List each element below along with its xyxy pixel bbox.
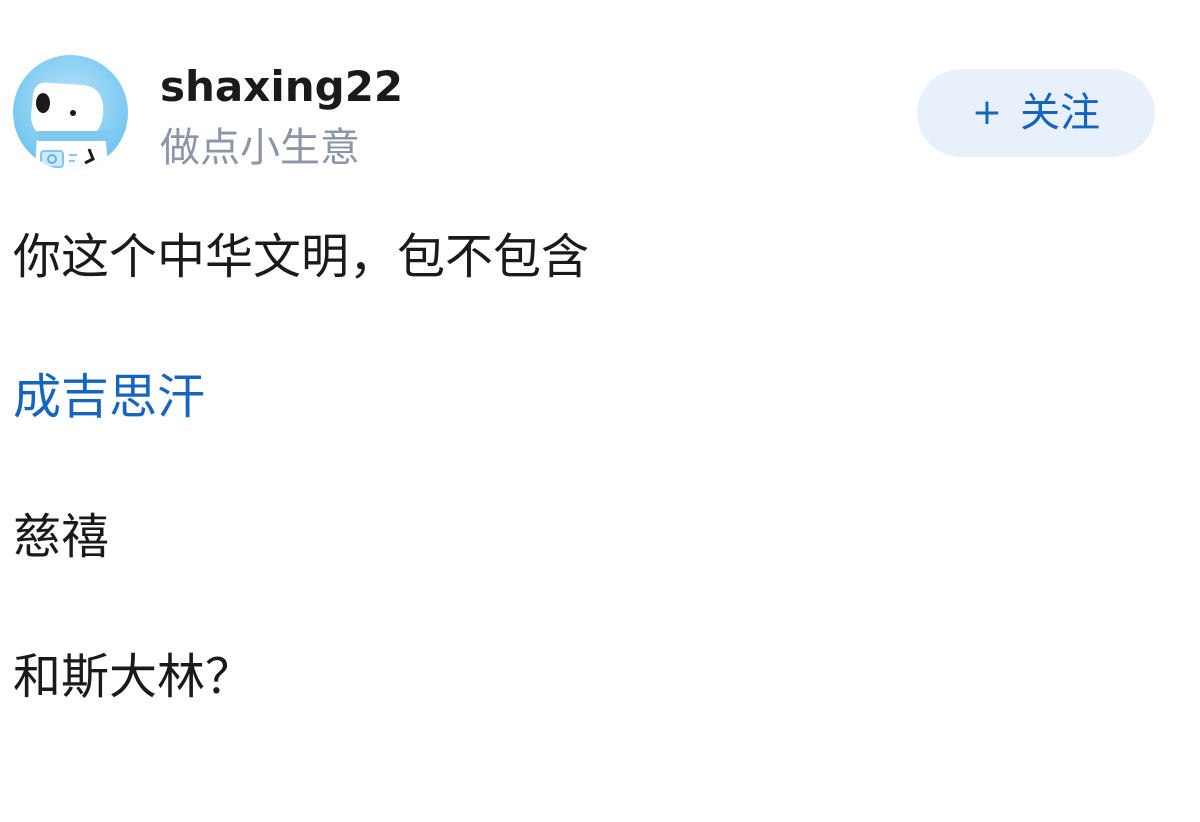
topic-link[interactable]: 成吉思汗: [13, 367, 205, 427]
avatar[interactable]: [13, 55, 128, 170]
post-text-line: 和斯大林？: [13, 649, 254, 705]
user-bio: 做点小生意: [160, 125, 360, 171]
follow-button[interactable]: + 关注: [917, 69, 1155, 157]
username[interactable]: shaxing22: [160, 60, 403, 114]
post-text-line: 你这个中华文明，包不包含: [13, 229, 590, 285]
post-header: shaxing22 做点小生意 + 关注: [0, 0, 1200, 190]
polar-bear-avatar-icon: [31, 82, 111, 170]
plus-icon: +: [971, 92, 1003, 133]
follow-button-label: 关注: [1020, 90, 1101, 136]
post-text-line: 慈禧: [13, 509, 110, 565]
